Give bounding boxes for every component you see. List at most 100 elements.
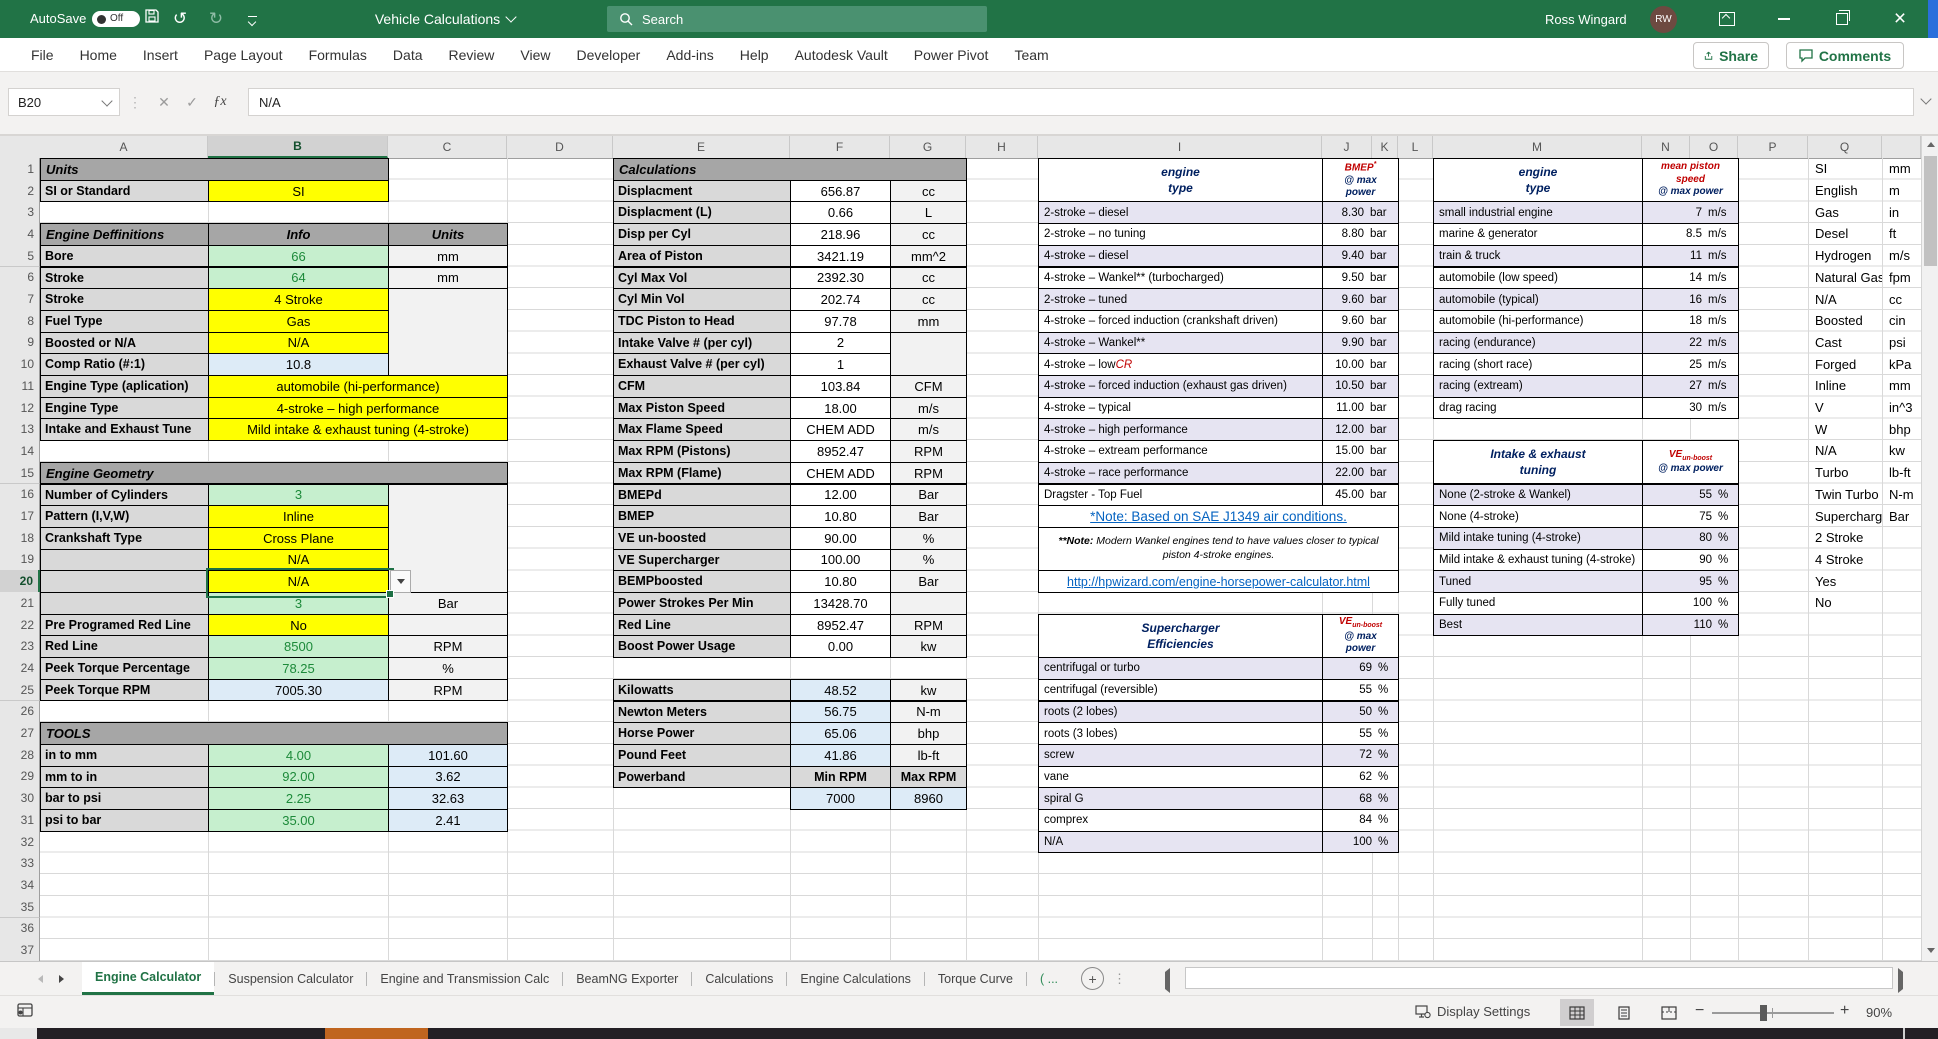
row-header-1[interactable]: 1: [0, 158, 40, 181]
calc-cell-r11-g[interactable]: CFM: [890, 375, 967, 398]
calc-cell-r14-g[interactable]: RPM: [890, 440, 967, 463]
left-cell-r30-c[interactable]: 32.63: [388, 787, 508, 810]
supercharger-table-row-type[interactable]: screw: [1038, 744, 1323, 767]
calc-cell-r26-f[interactable]: 56.75: [790, 701, 891, 724]
row-header-29[interactable]: 29: [0, 766, 40, 789]
restore-button[interactable]: [1820, 0, 1864, 38]
left-cell-r17-b[interactable]: Inline: [208, 505, 389, 528]
close-button[interactable]: ×: [1878, 0, 1922, 38]
calc-cell-r18-f[interactable]: 90.00: [790, 527, 891, 550]
left-cell-r22-c[interactable]: [388, 614, 508, 637]
supercharger-table-row-type[interactable]: centrifugal or turbo: [1038, 657, 1323, 680]
left-cell-r23-c[interactable]: RPM: [388, 635, 508, 658]
col-header-P[interactable]: P: [1738, 136, 1808, 158]
calc-cell-r5-f[interactable]: 3421.19: [790, 245, 891, 268]
left-cell-r6-a[interactable]: Stroke: [40, 267, 209, 290]
piston-speed-table-row-type[interactable]: automobile (low speed): [1433, 267, 1643, 290]
tuning-table-row-value[interactable]: 80%: [1642, 527, 1739, 550]
calc-cell-r19-e[interactable]: VE Supercharger: [613, 549, 791, 572]
lookup-q-item[interactable]: Yes: [1812, 570, 1882, 592]
left-cell-r23-a[interactable]: Red Line: [40, 635, 209, 658]
left-cell-r9-b[interactable]: N/A: [208, 332, 389, 355]
left-cell-r2-b[interactable]: SI: [208, 180, 389, 203]
lookup-q-item[interactable]: Forged: [1812, 353, 1882, 375]
calc-cell-r13-f[interactable]: CHEM ADD: [790, 418, 891, 441]
row-header-14[interactable]: 14: [0, 440, 40, 463]
tab-team[interactable]: Team: [1001, 38, 1061, 72]
supercharger-table-row-value[interactable]: 50%: [1322, 701, 1399, 724]
calc-cell-r12-e[interactable]: Max Piston Speed: [613, 397, 791, 420]
left-cell-r7-c[interactable]: [388, 288, 508, 376]
left-cell-r13-bc[interactable]: Mild intake & exhaust tuning (4-stroke): [208, 418, 508, 441]
view-page-layout-button[interactable]: [1607, 999, 1641, 1026]
left-cell-r18-b[interactable]: Cross Plane: [208, 527, 389, 550]
row-header-26[interactable]: 26: [0, 701, 40, 724]
left-cell-r28-c[interactable]: 101.60: [388, 744, 508, 767]
bmep-table-row-value[interactable]: 8.80bar: [1322, 223, 1399, 246]
left-cell-r31-b[interactable]: 35.00: [208, 809, 389, 832]
calc-cell-r8-f[interactable]: 97.78: [790, 310, 891, 333]
tab-file[interactable]: File: [18, 38, 67, 72]
left-cell-r28-b[interactable]: 4.00: [208, 744, 389, 767]
bmep-table-row-value[interactable]: 10.00bar: [1322, 353, 1399, 376]
bmep-table-row-type[interactable]: 4-stroke – Wankel**: [1038, 332, 1323, 355]
lookup-q-item[interactable]: Inline: [1812, 375, 1882, 397]
calc-cell-r28-f[interactable]: 41.86: [790, 744, 891, 767]
bmep-table-row-value[interactable]: 9.60bar: [1322, 288, 1399, 311]
lookup-q-item[interactable]: V: [1812, 397, 1882, 419]
bmep-table-row-value[interactable]: 9.60bar: [1322, 310, 1399, 333]
tuning-table-row-value[interactable]: 75%: [1642, 505, 1739, 528]
left-cell-r15-abc[interactable]: Engine Geometry: [40, 462, 508, 485]
row-header-32[interactable]: 32: [0, 831, 40, 854]
bmep-table-row-type[interactable]: 4-stroke – diesel: [1038, 245, 1323, 268]
lookup-q-item[interactable]: Twin Turbo: [1812, 484, 1882, 506]
row-header-21[interactable]: 21: [0, 592, 40, 615]
calc-cell-r25-f[interactable]: 48.52: [790, 679, 891, 702]
scroll-down-icon[interactable]: [1922, 942, 1938, 959]
sheet-tab-engine-and-transmission-calc[interactable]: Engine and Transmission Calc: [367, 962, 562, 995]
calc-cell-r4-f[interactable]: 218.96: [790, 223, 891, 246]
ribbon-display-options-button[interactable]: [1705, 0, 1749, 38]
supercharger-table-row-value[interactable]: 72%: [1322, 744, 1399, 767]
left-cell-r23-b[interactable]: 8500: [208, 635, 389, 658]
supercharger-table-row-type[interactable]: vane: [1038, 766, 1323, 789]
calc-cell-r21-f[interactable]: 13428.70: [790, 592, 891, 615]
vertical-scroll-thumb[interactable]: [1924, 156, 1937, 266]
tuning-table-row-type[interactable]: Mild intake & exhaust tuning (4-stroke): [1433, 549, 1643, 572]
tab-review[interactable]: Review: [436, 38, 508, 72]
tuning-table-row-type[interactable]: None (4-stroke): [1433, 505, 1643, 528]
left-cell-r25-a[interactable]: Peek Torque RPM: [40, 679, 209, 702]
lookup-q-item[interactable]: English: [1812, 180, 1882, 202]
calc-cell-r30-f[interactable]: 7000: [790, 787, 891, 810]
left-cell-r1-ab[interactable]: Units: [40, 158, 389, 181]
calc-cell-r29-g[interactable]: Max RPM: [890, 766, 967, 789]
expand-formula-bar-icon[interactable]: [1920, 93, 1931, 104]
minimize-button[interactable]: [1762, 0, 1806, 38]
bmep-table-row-type[interactable]: 4-stroke – extream performance: [1038, 440, 1323, 463]
lookup-r-item[interactable]: mm: [1886, 158, 1920, 180]
left-cell-r5-c[interactable]: mm: [388, 245, 508, 268]
left-cell-r5-b[interactable]: 66: [208, 245, 389, 268]
row-header-19[interactable]: 19: [0, 549, 40, 572]
lookup-r-item[interactable]: in^3: [1886, 397, 1920, 419]
left-cell-r4-c[interactable]: Units: [388, 223, 508, 246]
calc-cell-r12-g[interactable]: m/s: [890, 397, 967, 420]
col-header-K[interactable]: K: [1372, 136, 1398, 158]
search-input[interactable]: Search: [607, 6, 987, 32]
calc-cell-r3-e[interactable]: Displacment (L): [613, 201, 791, 224]
calc-cell-r16-f[interactable]: 12.00: [790, 484, 891, 507]
row-header-3[interactable]: 3: [0, 201, 40, 224]
row-header-36[interactable]: 36: [0, 918, 40, 941]
tab-help[interactable]: Help: [727, 38, 782, 72]
calc-cell-r18-e[interactable]: VE un-boosted: [613, 527, 791, 550]
left-cell-r24-a[interactable]: Peek Torque Percentage: [40, 657, 209, 680]
row-header-2[interactable]: 2: [0, 180, 40, 203]
col-header-J[interactable]: J: [1322, 136, 1372, 158]
tab-nav-right-icon[interactable]: [59, 975, 64, 983]
calc-cell-r6-g[interactable]: cc: [890, 267, 967, 290]
bmep-table-row-type[interactable]: 4-stroke – race performance: [1038, 462, 1323, 485]
calc-cell-r7-f[interactable]: 202.74: [790, 288, 891, 311]
calc-cell-r17-f[interactable]: 10.80: [790, 505, 891, 528]
lookup-r-item[interactable]: kPa: [1886, 353, 1920, 375]
calc-cell-r26-e[interactable]: Newton Meters: [613, 701, 791, 724]
